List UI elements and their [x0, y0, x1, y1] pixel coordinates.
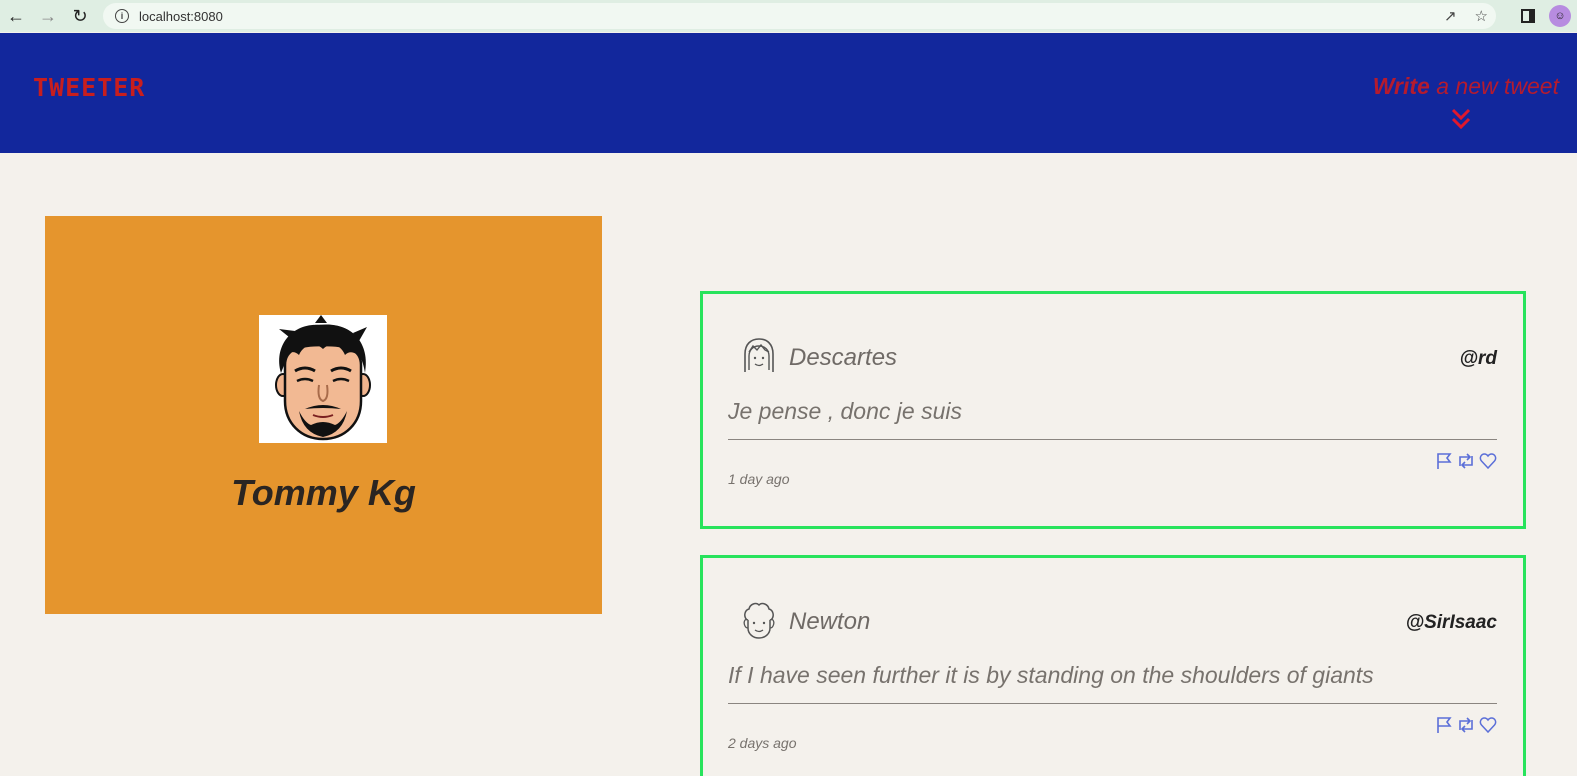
share-icon[interactable]: ↗ — [1444, 7, 1457, 25]
curly-hair-face-icon — [743, 602, 775, 639]
compose-bold-text: Write — [1372, 73, 1430, 99]
tweet-card: Descartes @rd Je pense , donc je suis 1 … — [700, 291, 1526, 529]
browser-toolbar: ← → ↻ i localhost:8080 ↗ ☆ ☺ — [0, 0, 1577, 32]
tweet-timestamp: 2 days ago — [728, 735, 797, 751]
side-panel-icon[interactable] — [1521, 9, 1535, 23]
cartoon-face-icon — [275, 315, 371, 441]
browser-profile-avatar[interactable]: ☺ — [1549, 5, 1571, 27]
address-bar[interactable]: i localhost:8080 ↗ ☆ — [103, 3, 1496, 29]
back-arrow-icon[interactable]: ← — [0, 0, 32, 32]
tweet-handle[interactable]: @SirIsaac — [1406, 612, 1497, 634]
heart-icon[interactable] — [1479, 452, 1497, 470]
profile-card: Tommy Kg — [45, 216, 602, 614]
app-logo[interactable]: TWEETER — [33, 73, 145, 102]
tweet-text: Je pense , donc je suis — [728, 398, 962, 424]
girl-face-icon — [744, 338, 774, 372]
tweet-text: If I have seen further it is by standing… — [728, 662, 1374, 688]
flag-icon[interactable] — [1435, 452, 1453, 470]
tweet-divider — [728, 439, 1497, 440]
tweet-divider — [728, 703, 1497, 704]
site-info-icon[interactable]: i — [115, 9, 129, 23]
profile-avatar — [259, 315, 387, 443]
app-header: TWEETER Write a new tweet — [0, 33, 1577, 153]
forward-arrow-icon[interactable]: → — [32, 0, 64, 32]
reload-icon[interactable]: ↻ — [64, 0, 96, 32]
retweet-icon[interactable] — [1456, 716, 1476, 734]
flag-icon[interactable] — [1435, 716, 1453, 734]
tweet-author: Descartes — [789, 344, 898, 371]
bookmark-star-icon[interactable]: ☆ — [1475, 7, 1488, 25]
tweet-handle[interactable]: @rd — [1459, 348, 1497, 370]
tweet-author: Newton — [789, 608, 871, 635]
tweet-timestamp: 1 day ago — [728, 471, 790, 487]
tweet-actions — [1435, 716, 1497, 734]
double-chevron-down-icon[interactable] — [1451, 107, 1471, 131]
compose-rest-text: a new tweet — [1429, 73, 1559, 99]
tweet-actions — [1435, 452, 1497, 470]
profile-name: Tommy Kg — [231, 472, 416, 513]
compose-tweet-link[interactable]: Write a new tweet — [1373, 73, 1559, 100]
retweet-icon[interactable] — [1456, 452, 1476, 470]
tweet-card: Newton @SirIsaac If I have seen further … — [700, 555, 1526, 776]
heart-icon[interactable] — [1479, 716, 1497, 734]
url-text: localhost:8080 — [139, 8, 223, 24]
